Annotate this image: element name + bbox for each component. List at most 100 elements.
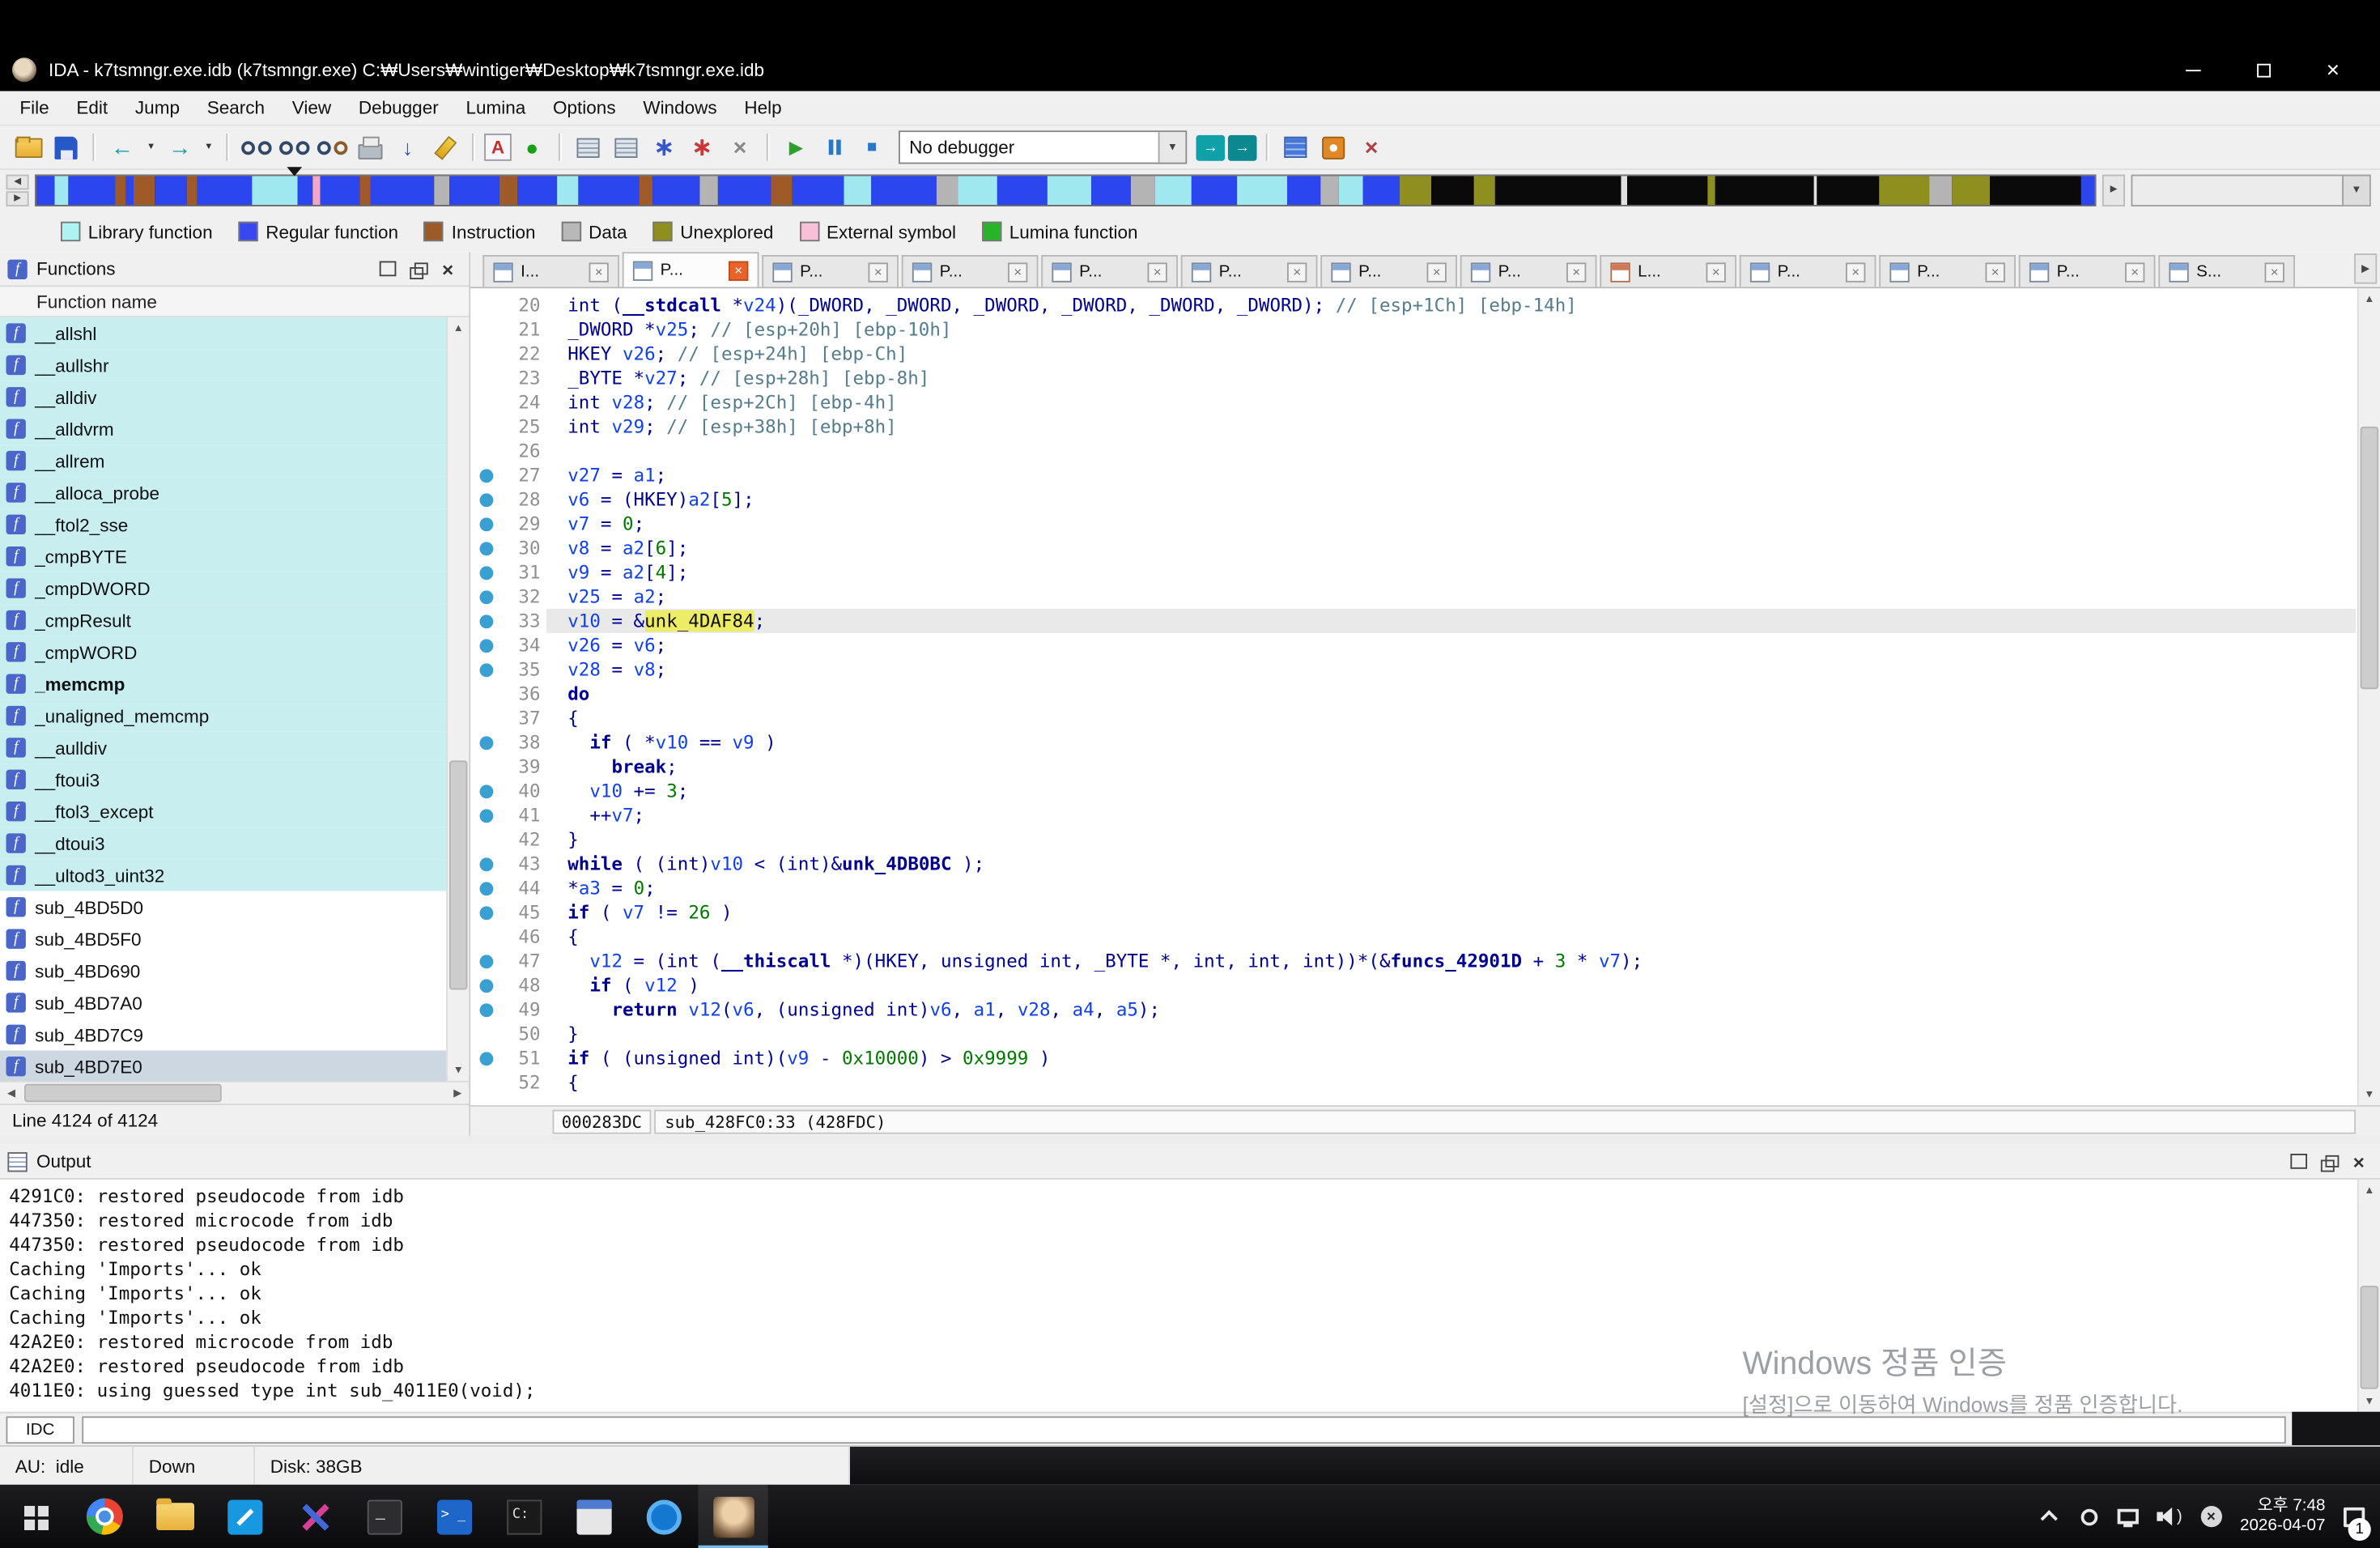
navband-right-small-arrow[interactable]: ▶ <box>6 191 29 206</box>
breakpoint-gutter[interactable] <box>470 730 501 755</box>
menu-windows[interactable]: Windows <box>629 92 730 123</box>
breakpoint-dot[interactable] <box>478 638 493 653</box>
code-line-33[interactable]: 33 v10 = &unk_4DAF84; <box>470 608 2356 633</box>
scroll-thumb[interactable] <box>2360 1286 2379 1389</box>
menu-debugger[interactable]: Debugger <box>345 92 453 123</box>
output-close-button[interactable]: × <box>2345 1149 2373 1173</box>
code-line-50[interactable]: 50} <box>470 1022 2356 1046</box>
breakpoint-gutter[interactable] <box>470 1022 501 1046</box>
tab-close-icon[interactable]: × <box>729 260 749 280</box>
code-line-47[interactable]: 47 v12 = (int (__thiscall *)(HKEY, unsig… <box>470 949 2356 973</box>
tray-expand-icon[interactable] <box>2038 1501 2059 1532</box>
code-line-23[interactable]: 23 _BYTE *v27; // [esp+28h] [ebp-8h] <box>470 366 2356 390</box>
breakpoint-gutter[interactable] <box>470 1046 501 1070</box>
tab-3-pseudo[interactable]: P... × <box>901 255 1039 287</box>
breakpoint-gutter[interactable] <box>470 633 501 657</box>
tab-close-icon[interactable]: × <box>1147 262 1167 282</box>
code-line-44[interactable]: 44 *a3 = 0; <box>470 876 2356 900</box>
minimize-button[interactable] <box>2158 49 2228 91</box>
functions-panel-header[interactable]: f Functions × <box>0 252 470 287</box>
code-line-51[interactable]: 51 if ( (unsigned int)(v9 - 0x10000) > 0x… <box>470 1046 2356 1070</box>
tab-0-ida[interactable]: I... × <box>482 255 619 287</box>
menu-search[interactable]: Search <box>193 92 278 123</box>
functions-maximize-button[interactable] <box>373 257 401 281</box>
breakpoint-button-icon[interactable]: × <box>1354 130 1389 164</box>
code-line-41[interactable]: 41 ++v7; <box>470 803 2356 827</box>
breakpoint-gutter[interactable] <box>470 925 501 949</box>
breakpoint-gutter[interactable] <box>470 682 501 706</box>
code-line-30[interactable]: 30 v8 = a2[6]; <box>470 536 2356 560</box>
tab-close-icon[interactable]: × <box>1008 262 1028 282</box>
breakpoint-gutter[interactable] <box>470 342 501 366</box>
function-row-__alldiv[interactable]: f __alldiv <box>0 381 447 413</box>
taskbar-terminal-icon[interactable] <box>349 1485 419 1548</box>
breakpoint-dot[interactable] <box>478 978 493 993</box>
breakpoint-gutter[interactable] <box>470 657 501 682</box>
code-line-38[interactable]: 38 if ( *v10 == v9 ) <box>470 730 2356 755</box>
breakpoint-gutter[interactable] <box>470 415 501 439</box>
taskbar-cmd-icon[interactable] <box>489 1485 559 1548</box>
function-row-sub_4BD5F0[interactable]: f sub_4BD5F0 <box>0 923 447 955</box>
tray-ime-icon[interactable] <box>2078 1501 2099 1532</box>
scroll-thumb[interactable] <box>2360 427 2379 689</box>
tab-close-icon[interactable]: × <box>2125 262 2145 282</box>
breakpoint-dot[interactable] <box>478 468 493 483</box>
open-debug-view-button-icon[interactable] <box>1278 130 1313 164</box>
tab-close-icon[interactable]: × <box>1566 262 1587 282</box>
breakpoint-dot[interactable] <box>478 954 493 968</box>
taskbar-app-window-icon[interactable] <box>559 1485 628 1548</box>
menu-help[interactable]: Help <box>730 92 795 123</box>
function-row-_memcmp[interactable]: f _memcmp <box>0 668 447 700</box>
navband-band[interactable] <box>35 174 2097 206</box>
function-row-__ftol3_except[interactable]: f __ftol3_except <box>0 795 447 827</box>
breakpoint-dot[interactable] <box>478 517 493 531</box>
breakpoint-dot[interactable] <box>478 541 493 555</box>
code-line-25[interactable]: 25 int v29; // [esp+38h] [ebp+8h] <box>470 415 2356 439</box>
search-sequence-button-icon[interactable] <box>314 130 349 164</box>
code-line-37[interactable]: 37{ <box>470 706 2356 730</box>
breakpoint-gutter[interactable] <box>470 852 501 876</box>
menu-options[interactable]: Options <box>539 92 629 123</box>
function-row-_unaligned_memcmp[interactable]: f _unaligned_memcmp <box>0 700 447 732</box>
jump-forward-button-icon[interactable]: → <box>163 130 198 164</box>
menu-file[interactable]: File <box>6 92 63 123</box>
jump-back-dropdown-icon[interactable]: ▼ <box>142 130 159 164</box>
scroll-down-icon[interactable]: ▼ <box>2358 1083 2380 1105</box>
tab-1-pseudo[interactable]: P... × <box>622 252 759 287</box>
output-log[interactable]: 4291C0: restored pseudocode from idb 4473… <box>0 1179 2380 1412</box>
tray-network-icon[interactable] <box>2117 1501 2139 1532</box>
functions-vscrollbar[interactable]: ▲ ▼ <box>446 317 470 1081</box>
code-line-21[interactable]: 21 _DWORD *v25; // [esp+20h] [ebp-10h] <box>470 317 2356 342</box>
tab-close-icon[interactable]: × <box>1426 262 1447 282</box>
search-text-button-icon[interactable] <box>276 130 311 164</box>
breakpoint-gutter[interactable] <box>470 973 501 997</box>
code-line-45[interactable]: 45 if ( v7 != 26 ) <box>470 900 2356 925</box>
breakpoint-dot[interactable] <box>478 857 493 871</box>
functions-hscrollbar[interactable]: ◀ ▶ <box>0 1081 470 1104</box>
output-float-button[interactable] <box>2314 1149 2342 1173</box>
scroll-down-icon[interactable]: ▼ <box>2358 1390 2380 1412</box>
rename-button-icon[interactable]: A <box>484 134 512 161</box>
scroll-thumb[interactable] <box>449 759 468 989</box>
maximize-button[interactable] <box>2229 49 2298 91</box>
breakpoint-gutter[interactable] <box>470 755 501 779</box>
tab-7-pseudo[interactable]: P... × <box>1460 255 1597 287</box>
functions-float-button[interactable] <box>404 257 431 281</box>
scroll-down-icon[interactable]: ▼ <box>448 1059 470 1081</box>
breakpoint-dot[interactable] <box>478 881 493 895</box>
breakpoint-dot[interactable] <box>478 565 493 580</box>
tab-scroll-right-button[interactable]: ▶ <box>2354 253 2378 284</box>
code-line-34[interactable]: 34 v26 = v6; <box>470 633 2356 657</box>
function-name-column-header[interactable]: Function name <box>0 287 470 317</box>
tray-volume-icon[interactable]: ) <box>2157 1501 2182 1532</box>
breakpoint-dot[interactable] <box>478 589 493 604</box>
breakpoint-gutter[interactable] <box>470 463 501 487</box>
tab-close-icon[interactable]: × <box>1287 262 1307 282</box>
breakpoint-dot[interactable] <box>478 614 493 628</box>
taskbar-clock[interactable]: 오후 7:48 2026-04-07 <box>2240 1497 2326 1537</box>
menu-lumina[interactable]: Lumina <box>453 92 540 123</box>
scroll-right-icon[interactable]: ▶ <box>446 1082 469 1104</box>
code-line-29[interactable]: 29 v7 = 0; <box>470 512 2356 536</box>
struct-add-button-icon[interactable] <box>571 130 606 164</box>
function-row-__aullshr[interactable]: f __aullshr <box>0 349 447 381</box>
